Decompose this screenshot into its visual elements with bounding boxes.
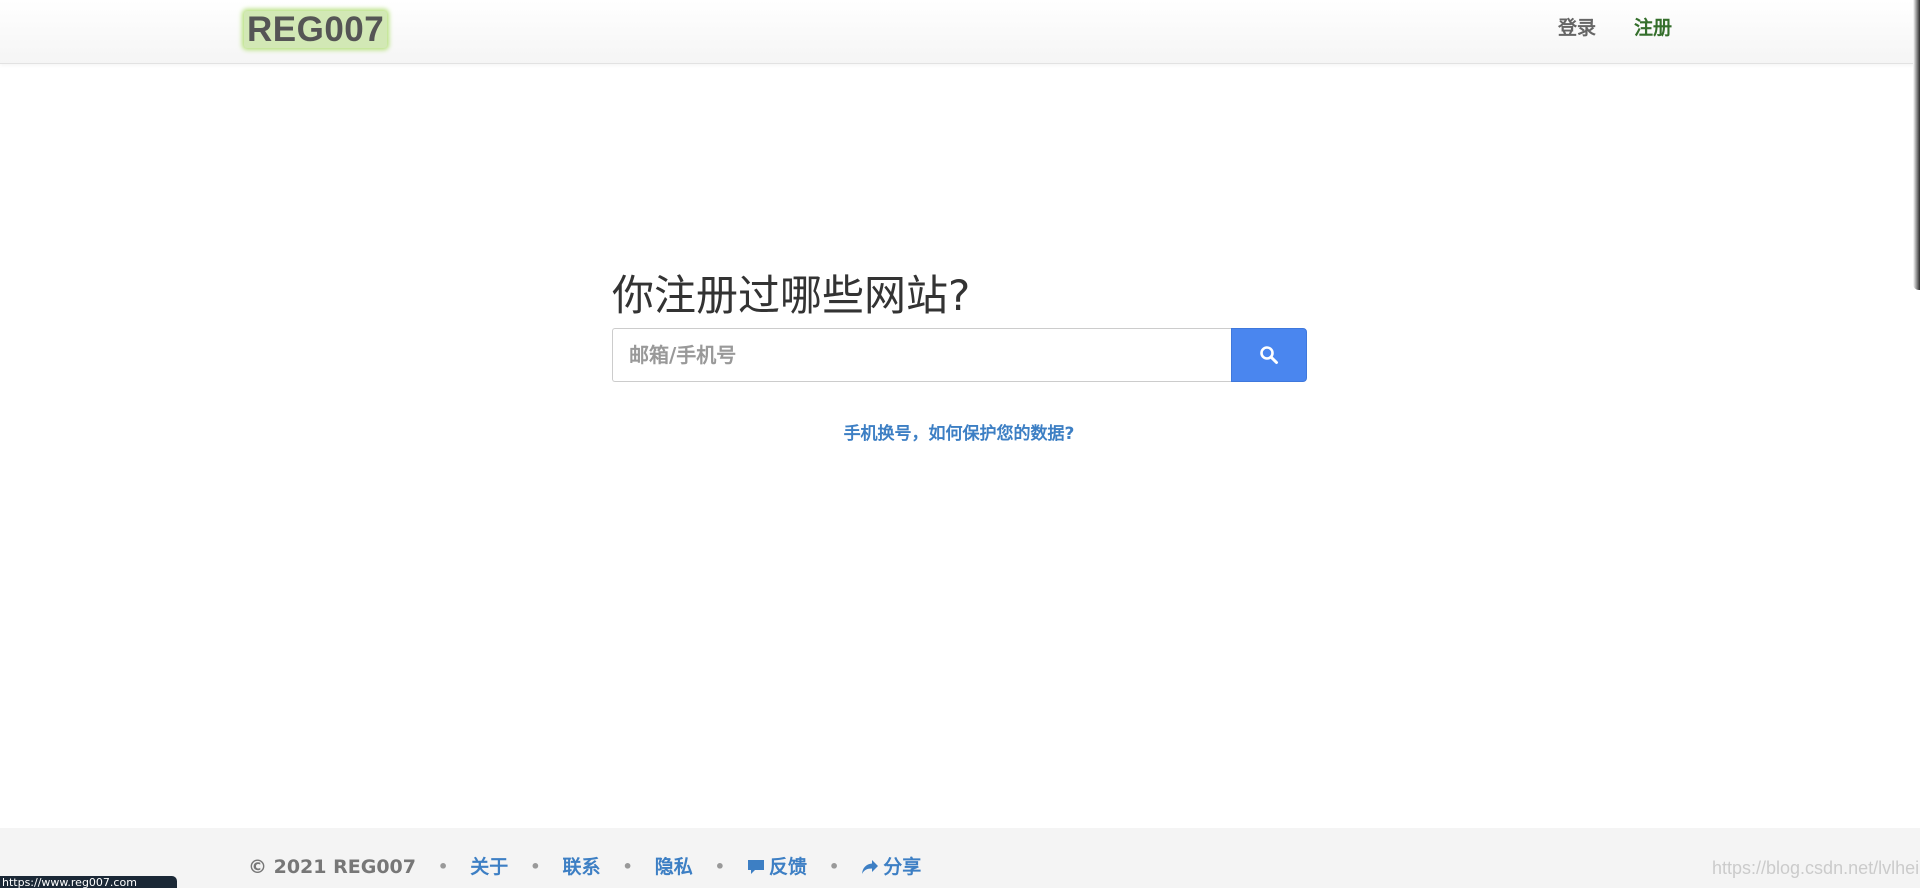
watermark: https://blog.csdn.net/lvlheike (1712, 858, 1920, 878)
footer: © 2021 REG007 • 关于 • 联系 • 隐私 • 反馈 • 分享 (0, 828, 1920, 888)
footer-separator: • (437, 857, 449, 876)
copyright-text: © 2021 REG007 (248, 856, 416, 878)
footer-links: © 2021 REG007 • 关于 • 联系 • 隐私 • 反馈 • 分享 (248, 855, 921, 879)
search-icon (1260, 346, 1278, 364)
footer-contact-link[interactable]: 联系 (562, 855, 600, 879)
footer-about-link[interactable]: 关于 (470, 855, 508, 879)
site-logo[interactable]: REG007 (244, 11, 388, 48)
login-link[interactable]: 登录 (1558, 16, 1596, 40)
footer-feedback-link[interactable]: 反馈 (747, 855, 807, 879)
share-icon (862, 860, 879, 874)
footer-separator: • (622, 857, 633, 876)
footer-separator: • (714, 857, 725, 876)
page-title: 你注册过哪些网站? (612, 271, 971, 320)
footer-share-label: 分享 (883, 856, 922, 878)
footer-feedback-label: 反馈 (768, 856, 807, 878)
footer-separator: • (828, 857, 840, 876)
search-button[interactable] (1231, 328, 1307, 382)
footer-share-link[interactable]: 分享 (861, 855, 921, 879)
phone-change-help-link[interactable]: 手机换号，如何保护您的数据? (612, 420, 1306, 448)
register-link[interactable]: 注册 (1634, 16, 1672, 40)
comment-icon (747, 860, 764, 874)
window-edge-scrollbar (1913, 0, 1920, 290)
footer-privacy-link[interactable]: 隐私 (655, 855, 693, 879)
top-navbar: REG007 登录 注册 (0, 0, 1920, 64)
status-bar-url: https://www.reg007.com (0, 876, 177, 888)
search-input[interactable] (612, 328, 1232, 382)
footer-separator: • (530, 857, 541, 876)
